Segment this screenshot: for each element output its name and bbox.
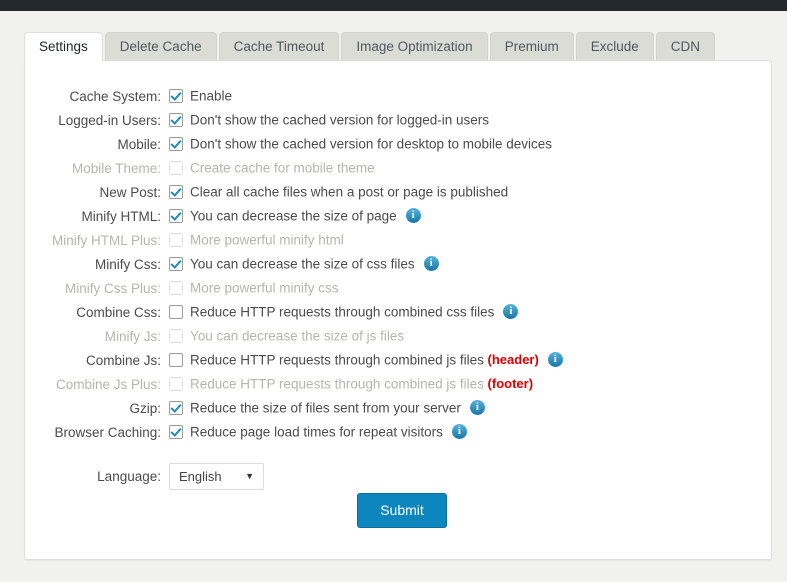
row-description: Don't show the cached version for logged…: [190, 112, 489, 128]
row-description: Clear all cache files when a post or pag…: [190, 184, 509, 200]
checkbox-checked[interactable]: [169, 184, 183, 199]
language-row: Language: English ▼: [25, 460, 771, 492]
checkbox-unchecked: [169, 280, 183, 295]
row-label: Combine Css:: [76, 304, 161, 320]
row-label: Cache System:: [69, 88, 161, 104]
row-description: You can decrease the size of js files: [190, 328, 405, 344]
checkbox-checked[interactable]: [169, 136, 183, 151]
checkbox-checked[interactable]: [169, 112, 183, 127]
tab-premium[interactable]: Premium: [489, 32, 574, 60]
settings-row: New Post: Clear all cache files when a po…: [25, 180, 771, 204]
row-label: Gzip:: [129, 400, 161, 416]
checkbox-checked[interactable]: [169, 424, 183, 439]
row-label: Minify HTML Plus:: [51, 232, 161, 248]
checkbox-unchecked[interactable]: [169, 304, 183, 319]
settings-form: Cache System: Enable Logged-in Users: Don't…: [25, 84, 771, 492]
checkbox-checked[interactable]: [169, 208, 183, 223]
info-icon[interactable]: [503, 304, 519, 320]
row-description: Create cache for mobile theme: [190, 160, 375, 176]
tab-strip: Settings Delete Cache Cache Timeout Image O…: [24, 32, 772, 61]
row-description: Reduce the size of files sent from your …: [190, 400, 461, 416]
settings-row: Combine Css: Reduce HTTP requests through…: [25, 300, 771, 324]
row-label: Minify Css:: [94, 256, 161, 272]
checkbox-checked[interactable]: [169, 88, 183, 103]
settings-row: Logged-in Users: Don't show the cached ve…: [25, 108, 771, 132]
row-label: Logged-in Users:: [58, 112, 161, 128]
settings-row: Gzip: Reduce the size of files sent from …: [25, 396, 771, 420]
row-tag: (header): [487, 352, 539, 367]
row-label: Minify Css Plus:: [64, 280, 161, 296]
wp-admin-bar: [0, 0, 787, 11]
settings-panel: Cache System: Enable Logged-in Users: Don't…: [24, 60, 772, 560]
settings-row: Minify Js: You can decrease the size of j…: [25, 324, 771, 348]
row-description: More powerful minify html: [190, 232, 344, 248]
checkbox-unchecked: [169, 160, 183, 175]
tab-delete-cache[interactable]: Delete Cache: [104, 32, 217, 60]
checkbox-unchecked: [169, 376, 183, 391]
checkbox-checked[interactable]: [169, 400, 183, 415]
submit-row: Submit: [25, 493, 771, 528]
info-icon[interactable]: [405, 208, 421, 224]
row-description: Reduce HTTP requests through combined cs…: [190, 304, 495, 320]
info-icon[interactable]: [423, 256, 439, 272]
row-description: Reduce HTTP requests through combined js…: [190, 376, 484, 392]
info-icon[interactable]: [451, 424, 467, 440]
language-select[interactable]: English ▼: [169, 463, 264, 491]
submit-button[interactable]: Submit: [357, 493, 447, 528]
row-description: Don't show the cached version for deskto…: [190, 136, 553, 152]
settings-row: Combine Js Plus: Reduce HTTP requests thr…: [25, 372, 771, 396]
page-wrap: Settings Delete Cache Cache Timeout Image O…: [0, 11, 787, 582]
tab-exclude[interactable]: Exclude: [575, 32, 654, 60]
checkbox-unchecked: [169, 232, 183, 247]
row-description: Reduce HTTP requests through combined js…: [190, 352, 484, 368]
tab-cdn[interactable]: CDN: [655, 32, 715, 60]
row-label: Mobile Theme:: [71, 160, 161, 176]
settings-row: Minify HTML Plus: More powerful minify ht…: [25, 228, 771, 252]
row-description: You can decrease the size of page: [190, 208, 397, 224]
row-description: Reduce page load times for repeat visito…: [190, 424, 443, 440]
checkbox-unchecked: [169, 328, 183, 343]
tab-settings[interactable]: Settings: [24, 32, 103, 61]
checkbox-checked[interactable]: [169, 256, 183, 271]
row-label: Mobile:: [117, 136, 161, 152]
chevron-down-icon: ▼: [245, 471, 254, 482]
row-label: New Post:: [99, 184, 161, 200]
row-label: Combine Js Plus:: [55, 376, 161, 392]
tab-image-optimization[interactable]: Image Optimization: [341, 32, 488, 60]
row-description: You can decrease the size of css files: [190, 256, 415, 272]
checkbox-unchecked[interactable]: [169, 352, 183, 367]
settings-row: Browser Caching: Reduce page load times f…: [25, 420, 771, 444]
settings-row: Cache System: Enable: [25, 84, 771, 108]
info-icon[interactable]: [547, 352, 563, 368]
row-label: Minify HTML:: [81, 208, 161, 224]
info-icon[interactable]: [469, 400, 485, 416]
settings-row: Mobile Theme: Create cache for mobile the…: [25, 156, 771, 180]
row-label: Browser Caching:: [54, 424, 161, 440]
row-description: More powerful minify css: [190, 280, 339, 296]
settings-row: Minify Css: You can decrease the size of …: [25, 252, 771, 276]
settings-row: Minify HTML: You can decrease the size of…: [25, 204, 771, 228]
tab-cache-timeout[interactable]: Cache Timeout: [218, 32, 340, 60]
row-label: Minify Js:: [104, 328, 161, 344]
language-label: Language:: [97, 468, 161, 484]
row-description: Enable: [190, 88, 233, 104]
settings-row: Minify Css Plus: More powerful minify css: [25, 276, 771, 300]
settings-row: Combine Js: Reduce HTTP requests through …: [25, 348, 771, 372]
row-label: Combine Js:: [85, 352, 161, 368]
settings-row: Mobile: Don't show the cached version for…: [25, 132, 771, 156]
row-tag: (footer): [487, 376, 534, 391]
language-selected-value: English: [179, 469, 222, 485]
